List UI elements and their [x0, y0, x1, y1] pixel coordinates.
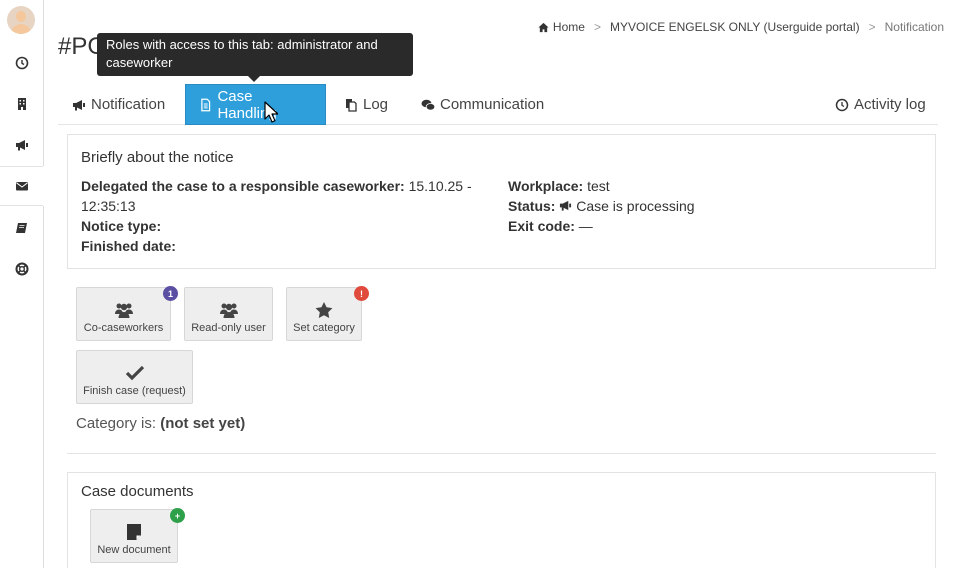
sidebar-item-lifebuoy[interactable] — [0, 249, 43, 289]
status-value: Case is processing — [576, 198, 695, 214]
category-status: Category is: (not set yet) — [76, 415, 245, 432]
breadcrumb-current: Notification — [884, 20, 944, 34]
star-icon — [315, 302, 333, 318]
breadcrumb-separator: > — [868, 20, 876, 34]
category-label: Category is: — [76, 415, 157, 432]
notice-summary-title: Briefly about the notice — [81, 149, 234, 166]
clock-icon — [15, 56, 28, 70]
new-document-button[interactable]: New document + — [90, 508, 185, 563]
sidebar-item-book[interactable] — [0, 208, 43, 248]
finished-date-label: Finished date: — [81, 238, 176, 254]
case-documents-title: Case documents — [81, 483, 194, 500]
home-icon — [538, 22, 549, 32]
exit-code-value: — — [578, 218, 593, 234]
breadcrumb-separator: > — [593, 20, 601, 34]
lifebuoy-icon — [15, 262, 28, 276]
notice-type-label: Notice type: — [81, 218, 162, 234]
delegated-field: Delegated the case to a responsible case… — [81, 176, 472, 196]
copy-icon — [346, 98, 357, 112]
bullhorn-icon — [15, 140, 28, 151]
tab-notification-label: Notification — [91, 96, 166, 113]
workplace-value: test — [587, 178, 610, 194]
exit-code-label: Exit code: — [508, 218, 575, 234]
set-category-button[interactable]: Set category ! — [286, 286, 369, 341]
tab-log-label: Log — [363, 96, 389, 113]
workplace-field: Workplace: test — [508, 176, 610, 196]
envelope-icon — [15, 182, 28, 191]
tab-communication-label: Communication — [440, 96, 545, 113]
tab-notification[interactable]: Notification — [72, 84, 165, 125]
breadcrumb: Home > MYVOICE ENGELSK ONLY (Userguide p… — [538, 20, 944, 34]
workplace-label: Workplace: — [508, 178, 584, 194]
finish-case-label: Finish case (request) — [83, 385, 186, 397]
notice-summary-panel: Briefly about the notice Delegated the c… — [67, 134, 936, 269]
new-document-add-badge: + — [170, 508, 185, 523]
book-icon — [15, 223, 27, 233]
file-text-icon — [201, 98, 211, 111]
user-avatar[interactable] — [7, 6, 35, 34]
read-only-user-button[interactable]: Read-only user — [184, 287, 273, 341]
left-sidebar — [0, 0, 44, 568]
comments-icon — [421, 99, 435, 110]
status-field: Status: Case is processing — [508, 196, 695, 216]
co-caseworkers-label: Co-caseworkers — [83, 322, 164, 334]
set-category-warning-badge: ! — [354, 286, 369, 301]
sidebar-item-clock[interactable] — [0, 43, 43, 83]
users-icon — [219, 303, 238, 318]
sidebar-item-envelope[interactable] — [0, 166, 43, 206]
status-label: Status: — [508, 198, 556, 214]
co-caseworkers-count-badge: 1 — [163, 286, 178, 301]
building-icon — [17, 98, 26, 110]
set-category-label: Set category — [293, 322, 355, 334]
exit-code-field: Exit code: — — [508, 216, 593, 236]
users-icon — [114, 303, 133, 318]
tab-activity-log[interactable]: Activity log — [835, 84, 926, 125]
read-only-user-label: Read-only user — [191, 322, 266, 334]
sidebar-item-building[interactable] — [0, 84, 43, 124]
section-divider — [67, 453, 936, 454]
tab-communication[interactable]: Communication — [421, 84, 544, 125]
sticky-note-icon — [127, 524, 141, 540]
bullhorn-icon — [560, 200, 572, 211]
bullhorn-icon — [73, 99, 85, 110]
category-value: (not set yet) — [160, 415, 246, 432]
tab-roles-tooltip: Roles with access to this tab: administr… — [97, 33, 413, 82]
tab-log[interactable]: Log — [344, 84, 388, 125]
co-caseworkers-button[interactable]: Co-caseworkers 1 — [76, 286, 178, 341]
delegated-value: 15.10.25 - — [408, 178, 472, 194]
tab-activity-log-label: Activity log — [854, 96, 926, 113]
delegated-time: 12:35:13 — [81, 198, 136, 214]
tab-case-handling[interactable]: Case Handling — [185, 84, 326, 125]
finished-date-field: Finished date: — [81, 236, 176, 256]
mouse-cursor-icon — [264, 101, 278, 123]
tab-bar: Notification Case Handling Log Communica… — [58, 84, 938, 125]
notice-type-field: Notice type: — [81, 216, 161, 236]
breadcrumb-home-link[interactable]: Home — [553, 20, 585, 34]
case-documents-panel: Case documents — [67, 472, 936, 568]
clock-icon — [835, 98, 849, 111]
finish-case-button[interactable]: Finish case (request) — [76, 350, 193, 404]
check-icon — [125, 365, 144, 381]
breadcrumb-portal-link[interactable]: MYVOICE ENGELSK ONLY (Userguide portal) — [610, 20, 860, 34]
sidebar-item-bullhorn[interactable] — [0, 125, 43, 165]
new-document-label: New document — [97, 544, 171, 556]
delegated-label: Delegated the case to a responsible case… — [81, 178, 405, 194]
